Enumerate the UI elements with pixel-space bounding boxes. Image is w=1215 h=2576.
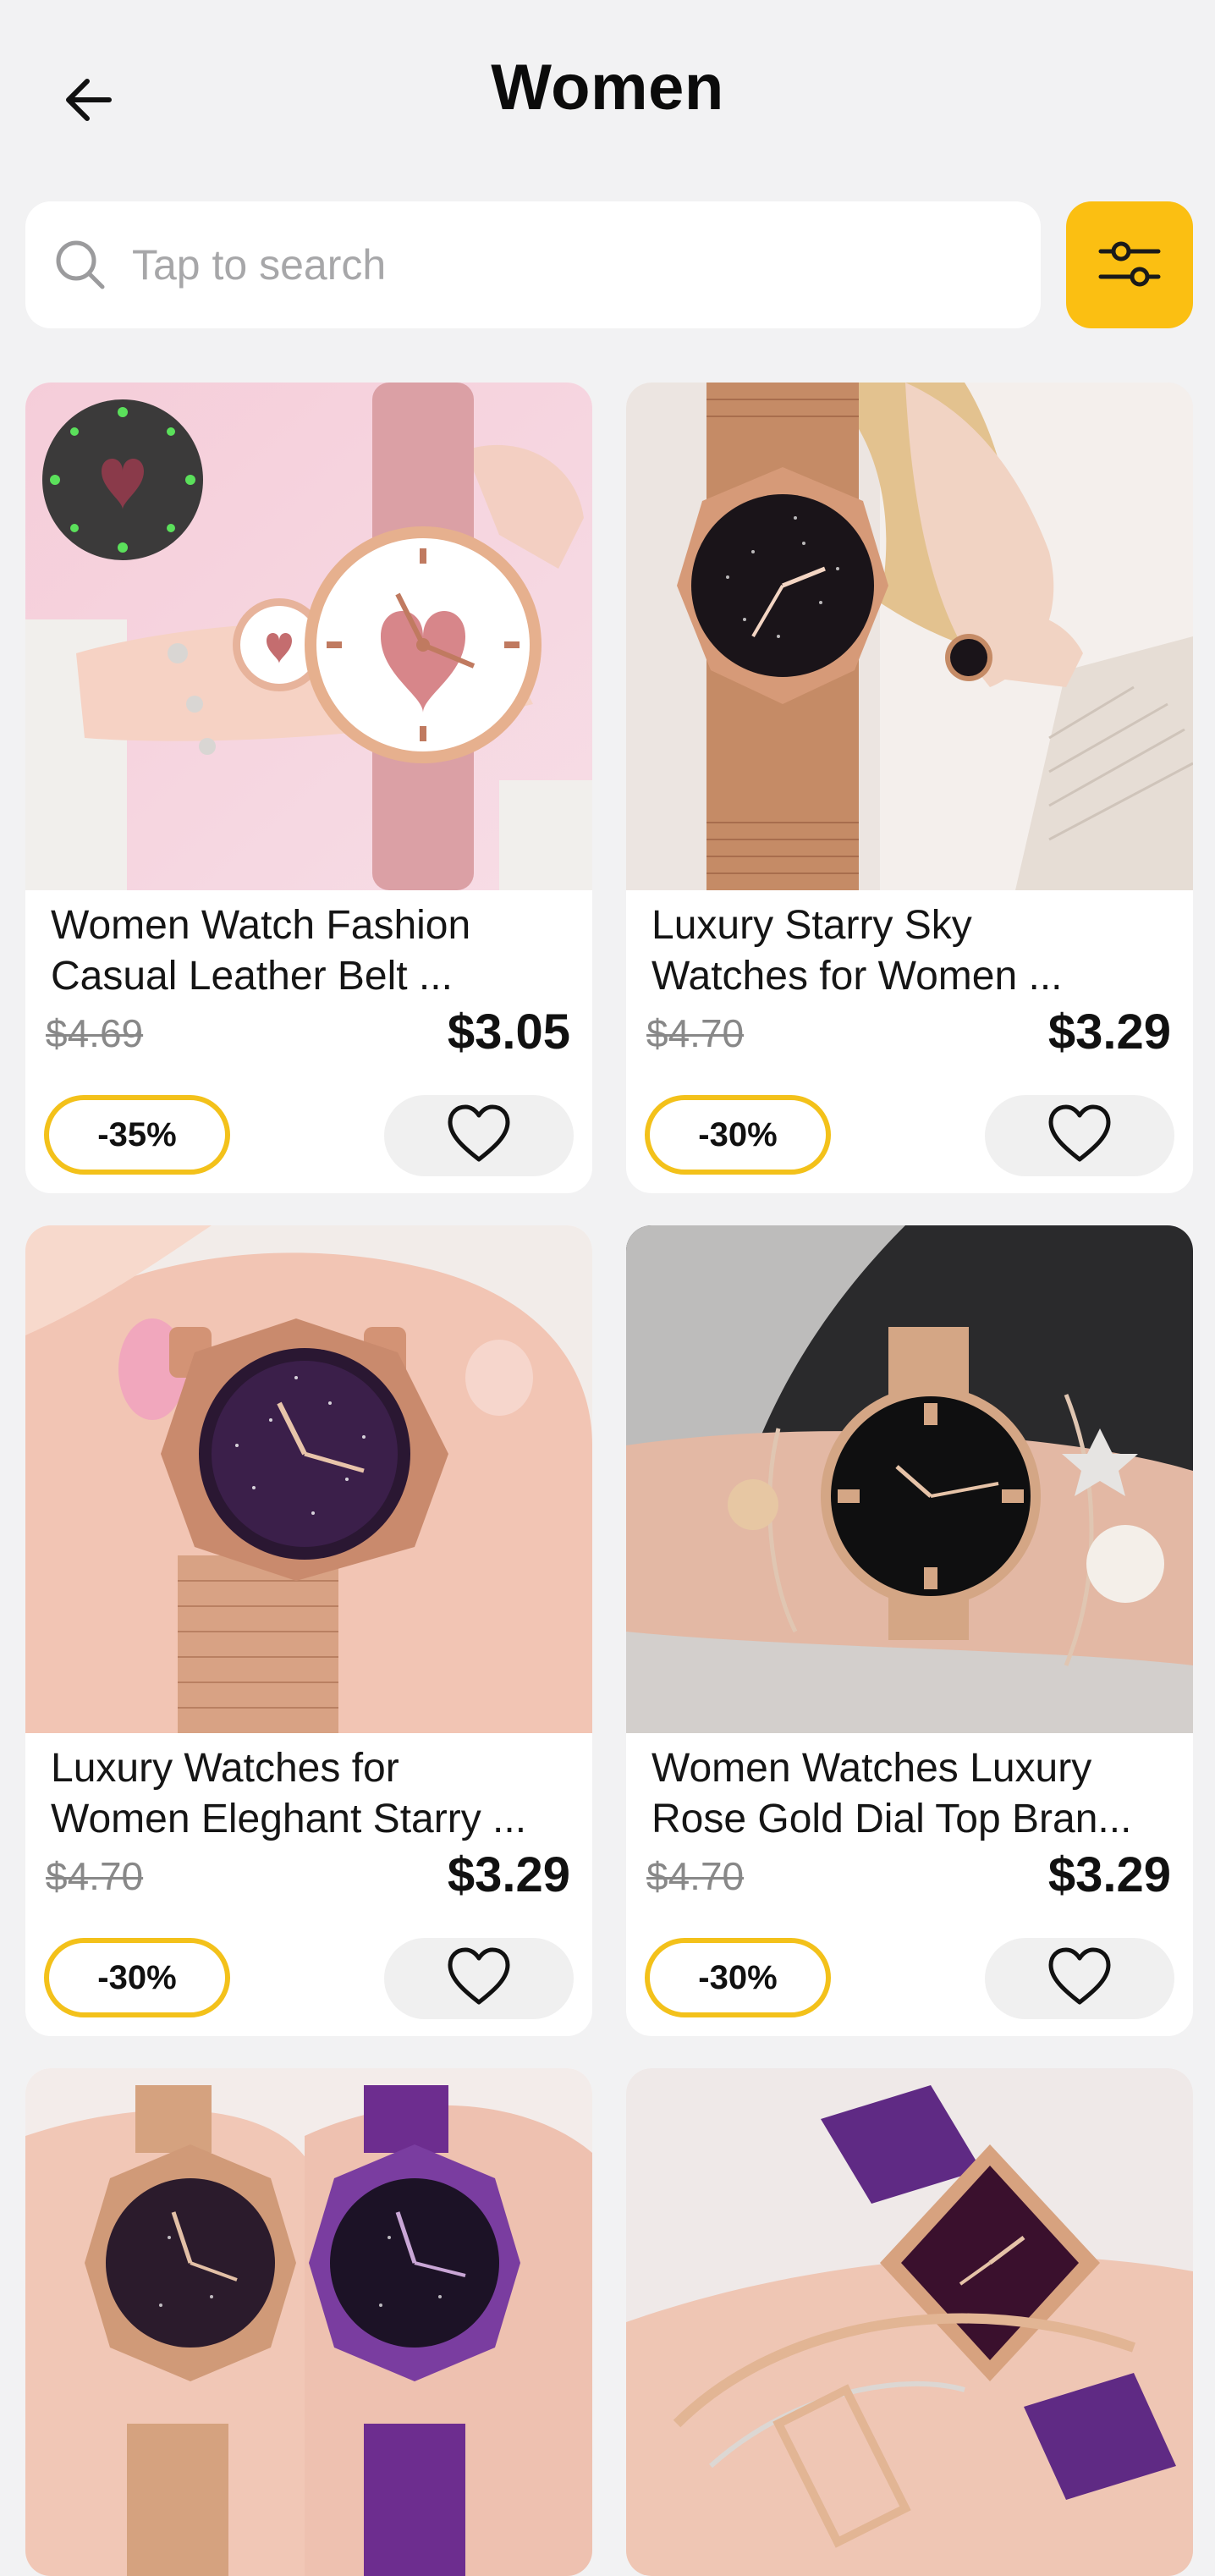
favorite-button[interactable] [384, 1938, 574, 2019]
original-price: $4.70 [646, 1011, 745, 1055]
heart-icon [445, 1946, 513, 2012]
product-title-line: Watches for Women ... [651, 954, 1063, 999]
favorite-button[interactable] [985, 1938, 1174, 2019]
original-price: $4.69 [46, 1011, 144, 1055]
heart-icon [1046, 1104, 1113, 1169]
search-icon [51, 235, 110, 294]
search-input[interactable] [130, 239, 1022, 290]
product-title-line: Rose Gold Dial Top Bran... [651, 1797, 1132, 1841]
product-title[interactable]: Women Watches Luxury Rose Gold Dial Top … [651, 1743, 1168, 1845]
product-image[interactable] [626, 1225, 1193, 1733]
product-title-line: Luxury Watches for [51, 1746, 399, 1791]
product-title[interactable]: Women Watch Fashion Casual Leather Belt … [51, 900, 567, 1002]
heart-icon [445, 1104, 513, 1169]
product-image[interactable] [25, 2068, 592, 2576]
page-title: Women [491, 52, 724, 124]
product-title-line: Luxury Starry Sky [651, 903, 972, 948]
sale-price: $3.29 [1047, 1005, 1171, 1060]
search-bar[interactable] [25, 201, 1041, 328]
product-title-line: Women Watch Fashion [51, 903, 471, 948]
product-image[interactable] [626, 383, 1193, 890]
product-title-line: Casual Leather Belt ... [51, 954, 453, 999]
sale-price: $3.29 [447, 1847, 570, 1902]
product-grid: Women Watch Fashion Casual Leather Belt … [25, 383, 1193, 2576]
product-list-screen: Women Tap to search Women Watch Fashion … [0, 0, 1215, 2576]
product-image[interactable] [25, 1225, 592, 1733]
product-card[interactable]: Women Watch Fashion Casual Leather Belt … [25, 383, 592, 1193]
product-title-line: Women Watches Luxury [651, 1746, 1092, 1791]
original-price: $4.70 [646, 1854, 745, 1898]
product-card[interactable]: Luxury Watches for Women Eleghant Starry… [25, 1225, 592, 2036]
discount-badge: -30% [645, 1095, 831, 1175]
product-card[interactable] [626, 2068, 1193, 2576]
heart-icon [1046, 1946, 1113, 2012]
product-image[interactable] [626, 2068, 1193, 2576]
product-card[interactable] [25, 2068, 592, 2576]
sale-price: $3.29 [1047, 1847, 1171, 1902]
sliders-icon [1096, 229, 1163, 301]
discount-badge: -35% [44, 1095, 230, 1175]
product-title[interactable]: Luxury Watches for Women Eleghant Starry… [51, 1743, 567, 1845]
original-price: $4.70 [46, 1854, 144, 1898]
sale-price: $3.05 [447, 1005, 570, 1060]
product-card[interactable]: Women Watches Luxury Rose Gold Dial Top … [626, 1225, 1193, 2036]
product-card[interactable]: Luxury Starry Sky Watches for Women ... … [626, 383, 1193, 1193]
product-title-line: Women Eleghant Starry ... [51, 1797, 527, 1841]
filter-button[interactable] [1066, 201, 1193, 328]
app-header: Women [0, 0, 1215, 195]
discount-badge: -30% [44, 1938, 230, 2017]
favorite-button[interactable] [384, 1095, 574, 1176]
product-title[interactable]: Luxury Starry Sky Watches for Women ... [651, 900, 1168, 1002]
discount-badge: -30% [645, 1938, 831, 2017]
product-image[interactable] [25, 383, 592, 890]
favorite-button[interactable] [985, 1095, 1174, 1176]
